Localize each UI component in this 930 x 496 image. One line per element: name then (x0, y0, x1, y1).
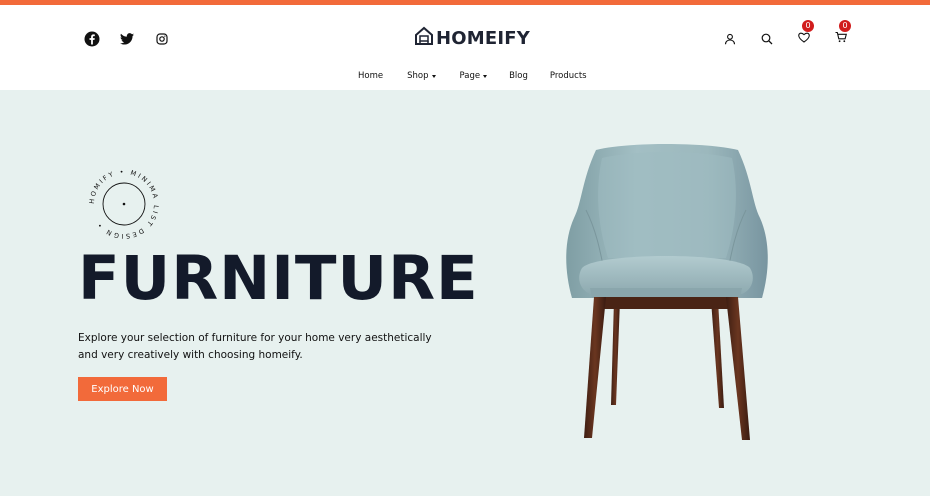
armchair-image (556, 140, 776, 445)
nav-item-page[interactable]: Page (460, 71, 488, 81)
caret-down-icon (483, 74, 488, 78)
nav-item-shop[interactable]: Shop (407, 71, 436, 81)
facebook-icon[interactable] (84, 31, 100, 47)
wishlist-button[interactable]: 0 (796, 20, 814, 48)
cart-count-badge: 0 (839, 20, 851, 32)
nav-item-products[interactable]: Products (550, 71, 587, 81)
hero-headline: FURNITURE (78, 243, 479, 314)
explore-now-button[interactable]: Explore Now (78, 377, 167, 401)
house-logo-icon (414, 26, 434, 51)
circular-stamp-badge: HOMIFY • MINIMA LIST DESIGN • (86, 166, 162, 242)
cart-button[interactable]: 0 (833, 20, 851, 48)
cart-icon (835, 30, 848, 48)
search-icon[interactable] (759, 31, 775, 47)
twitter-icon[interactable] (119, 31, 135, 47)
site-logo[interactable]: HOMEIFY (414, 26, 530, 51)
social-links (84, 31, 170, 47)
site-header: HOMEIFY 0 0 Home Shop Page Blog Products (0, 5, 930, 90)
instagram-icon[interactable] (154, 31, 170, 47)
user-icon[interactable] (722, 31, 738, 47)
header-actions: 0 0 (722, 20, 851, 48)
nav-item-home[interactable]: Home (358, 71, 383, 81)
nav-item-blog[interactable]: Blog (509, 71, 528, 81)
hero-description: Explore your selection of furniture for … (78, 332, 432, 361)
wishlist-count-badge: 0 (802, 20, 814, 32)
logo-text: HOMEIFY (436, 28, 531, 49)
heart-icon (798, 30, 810, 48)
caret-down-icon (431, 74, 436, 78)
